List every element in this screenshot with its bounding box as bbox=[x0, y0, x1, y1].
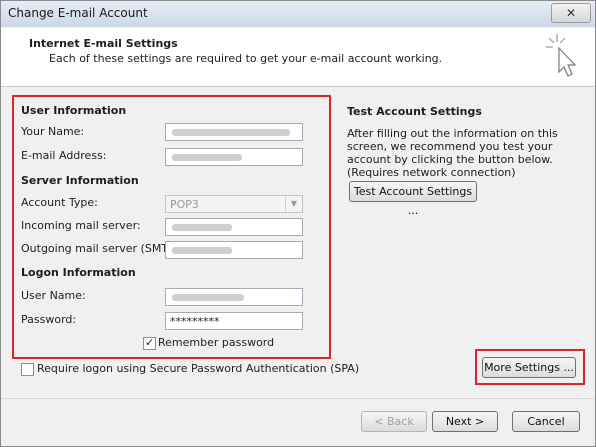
your-name-field[interactable] bbox=[165, 123, 303, 141]
close-button[interactable]: ✕ bbox=[551, 3, 591, 23]
logon-info-heading: Logon Information bbox=[21, 266, 136, 279]
user-info-heading: User Information bbox=[21, 104, 127, 117]
test-settings-description: After filling out the information on thi… bbox=[347, 127, 558, 179]
cancel-button[interactable]: Cancel bbox=[512, 411, 580, 432]
email-address-field[interactable] bbox=[165, 148, 303, 166]
header-subtitle: Each of these settings are required to g… bbox=[49, 52, 443, 65]
content-area: User Information Your Name: E-mail Addre… bbox=[1, 87, 595, 446]
incoming-server-label: Incoming mail server: bbox=[21, 219, 141, 232]
blurred-value bbox=[172, 247, 232, 254]
password-label: Password: bbox=[21, 313, 77, 326]
remember-password-label: Remember password bbox=[158, 336, 275, 349]
change-email-account-dialog: Change E-mail Account ✕ Internet E-mail … bbox=[0, 0, 596, 447]
test-settings-heading: Test Account Settings bbox=[347, 105, 482, 118]
account-type-select: POP3 ▼ bbox=[165, 195, 303, 213]
server-info-heading: Server Information bbox=[21, 174, 139, 187]
more-settings-button[interactable]: More Settings ... bbox=[482, 357, 576, 378]
spa-checkbox[interactable] bbox=[21, 363, 34, 376]
blurred-value bbox=[172, 294, 244, 301]
close-icon: ✕ bbox=[565, 6, 577, 20]
account-type-label: Account Type: bbox=[21, 196, 98, 209]
user-name-field[interactable] bbox=[165, 288, 303, 306]
email-address-label: E-mail Address: bbox=[21, 149, 107, 162]
header-title: Internet E-mail Settings bbox=[29, 37, 178, 50]
your-name-label: Your Name: bbox=[21, 125, 85, 138]
next-button[interactable]: Next > bbox=[432, 411, 498, 432]
incoming-server-field[interactable] bbox=[165, 218, 303, 236]
cursor-sparkle-icon bbox=[546, 34, 577, 77]
chevron-down-icon: ▼ bbox=[285, 196, 302, 212]
test-account-settings-button[interactable]: Test Account Settings ... bbox=[349, 181, 477, 217]
checkmark-icon: ✓ bbox=[145, 336, 155, 349]
outgoing-server-label: Outgoing mail server (SMTP): bbox=[21, 242, 183, 255]
account-type-value: POP3 bbox=[170, 198, 199, 211]
password-field[interactable]: ********* bbox=[165, 312, 303, 330]
dialog-header: Internet E-mail Settings Each of these s… bbox=[1, 28, 595, 87]
blurred-value bbox=[172, 154, 242, 161]
back-button[interactable]: < Back bbox=[361, 411, 427, 432]
window-title: Change E-mail Account bbox=[8, 6, 148, 20]
remember-password-checkbox[interactable]: ✓ bbox=[143, 336, 156, 350]
footer-divider bbox=[1, 398, 595, 399]
title-bar: Change E-mail Account ✕ bbox=[1, 1, 595, 27]
blurred-value bbox=[172, 224, 232, 231]
spa-label: Require logon using Secure Password Auth… bbox=[37, 362, 360, 375]
outgoing-server-field[interactable] bbox=[165, 241, 303, 259]
user-name-label: User Name: bbox=[21, 289, 86, 302]
blurred-value bbox=[172, 129, 290, 136]
